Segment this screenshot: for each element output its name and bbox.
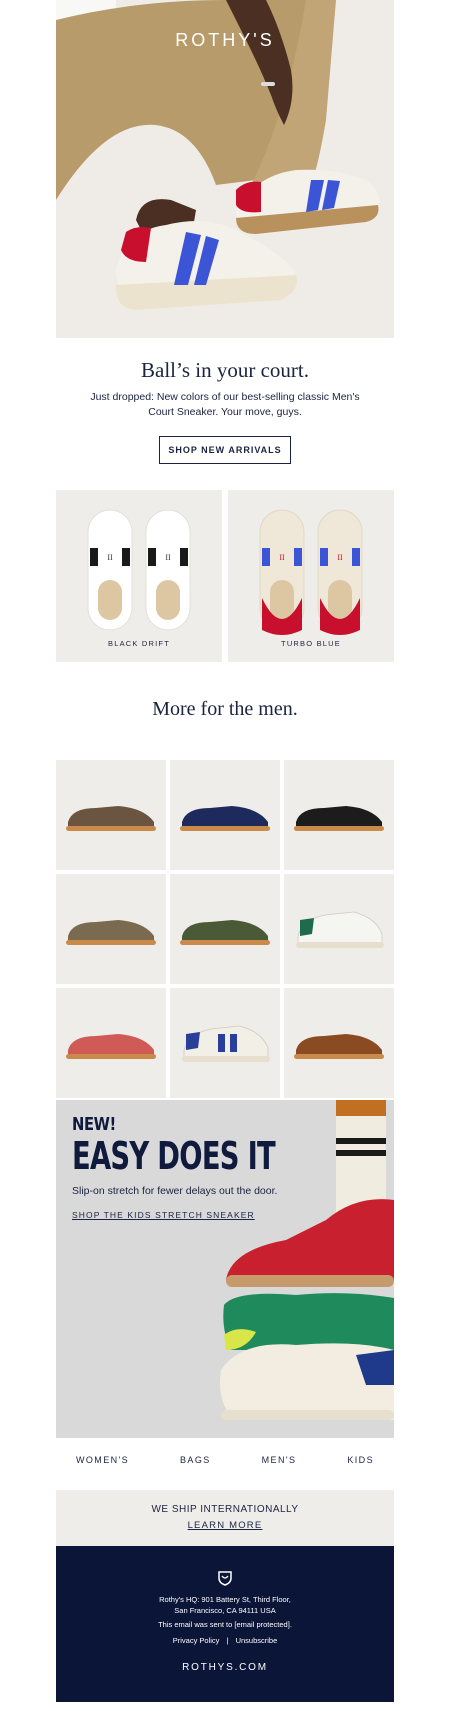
grid-product-navy-stripe-sneaker[interactable] bbox=[170, 988, 280, 1098]
black-driver-image bbox=[294, 806, 384, 831]
navy-driver-image bbox=[180, 806, 270, 831]
nav-bags[interactable]: BAGS bbox=[180, 1455, 211, 1465]
grid-product-navy-driver[interactable] bbox=[170, 760, 280, 870]
grid-product-camo-green-driver[interactable] bbox=[170, 874, 280, 984]
hero-image[interactable]: ROTHY'S bbox=[56, 0, 394, 338]
svg-text:II: II bbox=[279, 553, 285, 562]
product-label-turbo-blue: TURBO BLUE bbox=[281, 639, 341, 648]
product-label-black-drift: BLACK DRIFT bbox=[108, 639, 170, 648]
kids-subtext: Slip-on stretch for fewer delays out the… bbox=[72, 1185, 278, 1197]
footer-address: Rothy's HQ: 901 Battery St, Third Floor,… bbox=[56, 1594, 394, 1616]
privacy-policy-link[interactable]: Privacy Policy bbox=[173, 1636, 220, 1645]
shipping-title: WE SHIP INTERNATIONALLY bbox=[151, 1504, 299, 1515]
nav-womens[interactable]: WOMEN'S bbox=[76, 1455, 129, 1465]
svg-text:II: II bbox=[165, 553, 171, 562]
cognac-loafer-image bbox=[294, 1034, 384, 1059]
shop-new-arrivals-label: SHOP NEW ARRIVALS bbox=[168, 445, 282, 455]
kids-kicker: NEW! bbox=[72, 1114, 116, 1135]
grid-product-brown-driver[interactable] bbox=[56, 760, 166, 870]
camo-brown-driver-image bbox=[66, 920, 156, 945]
navy-stripe-sneaker-image bbox=[182, 1025, 270, 1062]
shop-new-arrivals-button[interactable]: SHOP NEW ARRIVALS bbox=[159, 436, 291, 464]
nav-mens[interactable]: MEN'S bbox=[262, 1455, 297, 1465]
kids-banner[interactable]: NEW! EASY DOES IT Slip-on stretch for fe… bbox=[56, 1100, 394, 1438]
unsubscribe-link[interactable]: Unsubscribe bbox=[236, 1636, 278, 1645]
svg-text:II: II bbox=[107, 553, 113, 562]
product-tile-turbo-blue[interactable]: II II TURBO BLUE bbox=[228, 490, 394, 662]
grid-product-white-green-sneaker[interactable] bbox=[284, 874, 394, 984]
email-note: This email was sent to [email protected]… bbox=[158, 1620, 292, 1629]
red-driver-image bbox=[66, 1034, 156, 1059]
learn-more-link[interactable]: LEARN MORE bbox=[56, 1520, 394, 1531]
hero-headline: Ball’s in your court. bbox=[141, 358, 309, 382]
brown-driver-image bbox=[66, 806, 156, 831]
footer-links: Privacy Policy | Unsubscribe bbox=[56, 1636, 394, 1645]
shop-kids-stretch-sneaker-link[interactable]: SHOP THE KIDS STRETCH SNEAKER bbox=[72, 1210, 255, 1220]
grid-product-black-driver[interactable] bbox=[284, 760, 394, 870]
product-tile-black-drift[interactable]: II II BLACK DRIFT bbox=[56, 490, 222, 662]
hero-subtext: Just dropped: New colors of our best-sel… bbox=[90, 391, 360, 418]
link-separator: | bbox=[226, 1636, 229, 1645]
camo-green-driver-image bbox=[180, 920, 270, 945]
grid-product-camo-brown-driver[interactable] bbox=[56, 874, 166, 984]
turbo-blue-shoes-image: II II bbox=[259, 509, 363, 635]
grid-product-red-driver[interactable] bbox=[56, 988, 166, 1098]
shield-logo-icon bbox=[218, 1571, 232, 1586]
brand-logo[interactable]: ROTHY'S bbox=[56, 30, 394, 51]
grid-product-cognac-loafer[interactable] bbox=[284, 988, 394, 1098]
address-line-2: San Francisco, CA 94111 USA bbox=[174, 1606, 276, 1615]
footer-nav: WOMEN'S BAGS MEN'S KIDS bbox=[56, 1455, 394, 1465]
white-green-sneaker-image bbox=[296, 911, 384, 948]
nav-kids[interactable]: KIDS bbox=[347, 1455, 374, 1465]
svg-text:II: II bbox=[337, 553, 343, 562]
address-line-1: Rothy's HQ: 901 Battery St, Third Floor, bbox=[159, 1595, 291, 1604]
kids-title: EASY DOES IT bbox=[72, 1134, 276, 1178]
shipping-banner: WE SHIP INTERNATIONALLY LEARN MORE bbox=[56, 1490, 394, 1546]
black-drift-shoes-image: II II bbox=[87, 509, 191, 631]
website-link[interactable]: ROTHYS.COM bbox=[56, 1662, 394, 1673]
footer: Rothy's HQ: 901 Battery St, Third Floor,… bbox=[56, 1546, 394, 1702]
more-for-men-heading: More for the men. bbox=[152, 698, 298, 720]
